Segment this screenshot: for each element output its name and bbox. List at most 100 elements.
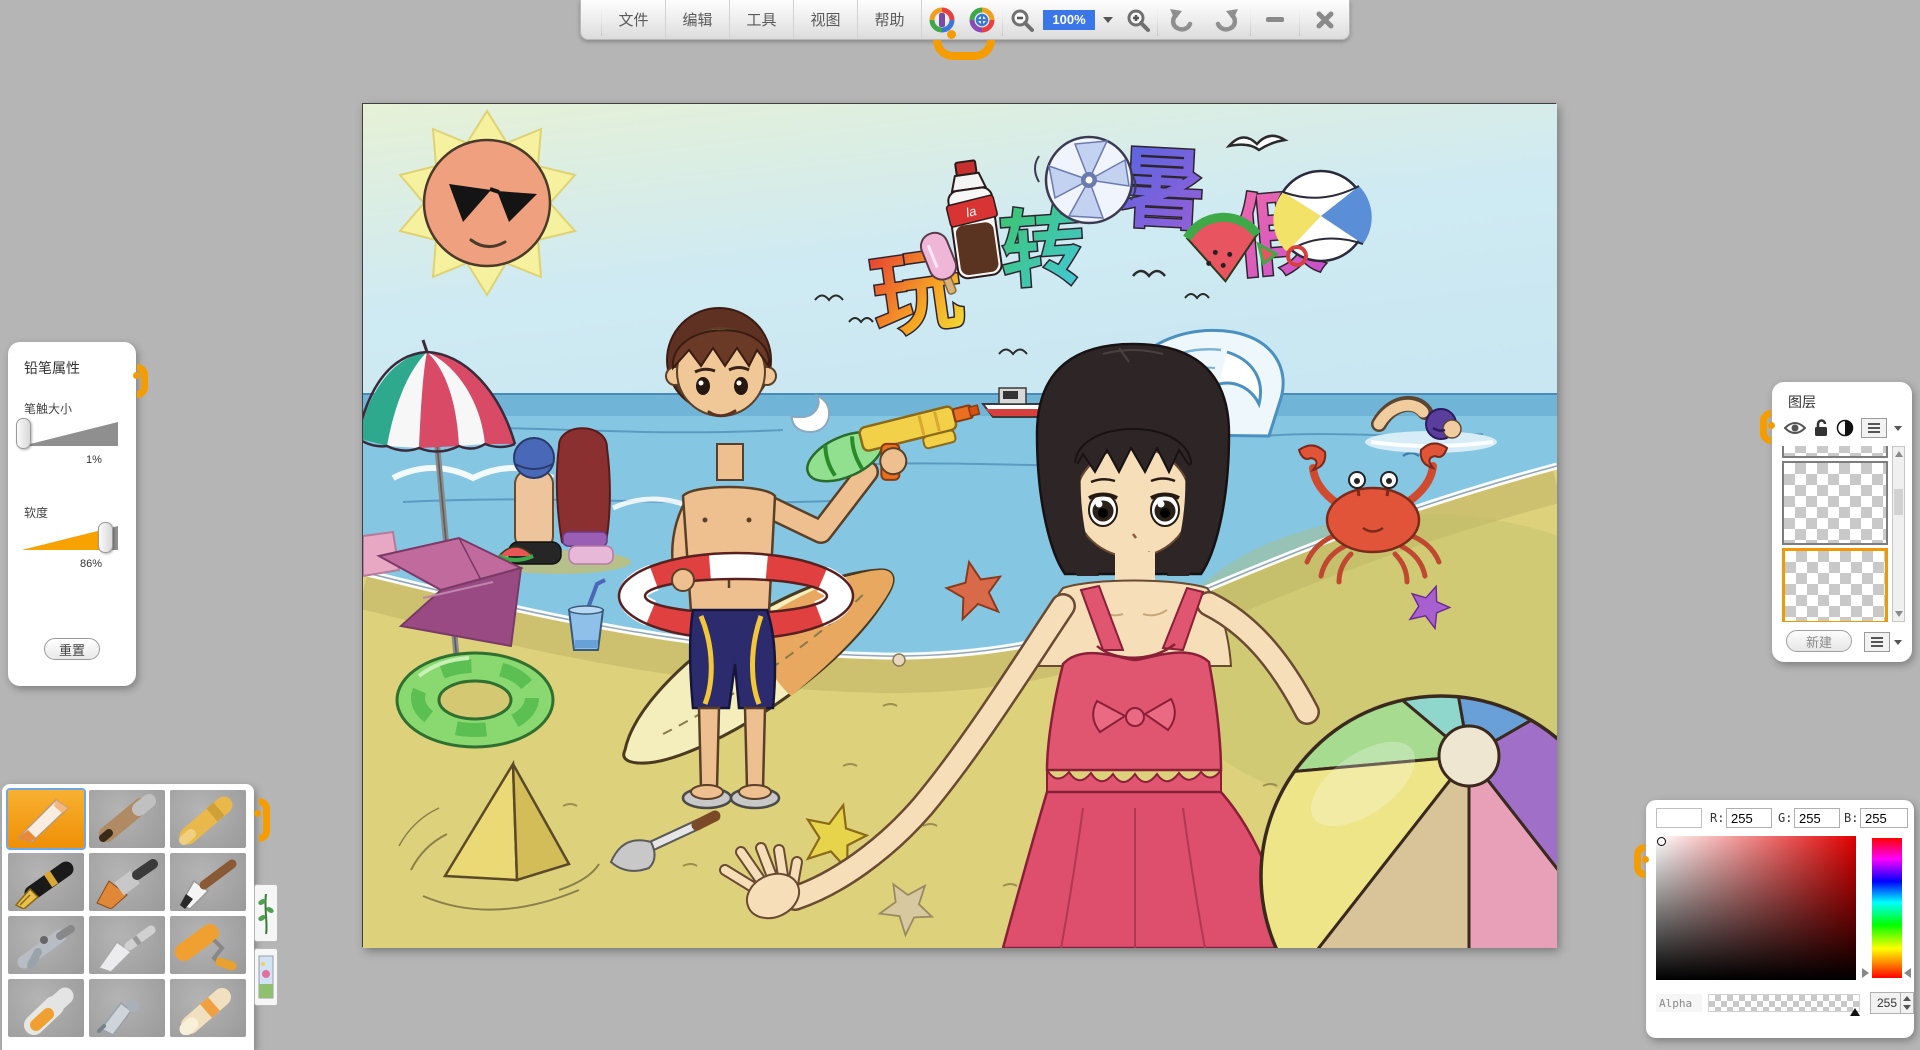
rainbow-logo-icon [929, 7, 955, 33]
tool-ink-jar[interactable] [8, 979, 84, 1037]
layers-bottom-menu-caret[interactable] [1894, 640, 1902, 645]
pencil-panel-handle[interactable] [137, 364, 148, 398]
layer-list [1782, 446, 1888, 622]
beach-scene-artwork: 玩 转 暑 假 la [363, 104, 1557, 948]
alpha-value: 255 [1871, 996, 1900, 1010]
reset-button[interactable]: 重置 [44, 638, 100, 660]
blue-input[interactable] [1860, 808, 1908, 828]
red-input[interactable] [1726, 808, 1772, 828]
plant-brush-icon [257, 888, 275, 938]
red-label: R: [1710, 811, 1724, 825]
tool-crayon[interactable] [170, 790, 246, 848]
tool-pencil-tip[interactable] [8, 790, 84, 848]
layer-scrollbar[interactable] [1892, 446, 1905, 622]
softness-slider[interactable] [22, 526, 118, 550]
scroll-up-arrow[interactable] [1895, 451, 1903, 457]
brush-size-thumb[interactable] [16, 418, 31, 449]
alpha-slider[interactable] [1708, 994, 1860, 1012]
zoom-in-button[interactable] [1119, 0, 1157, 39]
green-input[interactable] [1794, 808, 1840, 828]
softness-fill [22, 526, 105, 550]
softness-thumb[interactable] [98, 522, 113, 553]
alpha-increment[interactable] [1903, 996, 1911, 1001]
pencil-properties-panel: 铅笔属性 笔触大小 1% 软度 86% 重置 [8, 342, 136, 686]
alpha-spinner[interactable]: 255 [1870, 992, 1914, 1014]
alpha-marker[interactable] [1850, 1008, 1860, 1016]
texture-stamp-button[interactable] [254, 948, 278, 1006]
saturation-value-field[interactable] [1656, 836, 1856, 980]
scroll-down-arrow[interactable] [1895, 611, 1903, 617]
plant-brush-button[interactable] [254, 884, 278, 942]
visibility-eye-icon[interactable] [1784, 420, 1806, 436]
zoom-dropdown-caret[interactable] [1103, 17, 1113, 23]
close-button[interactable] [1300, 0, 1349, 39]
zoom-out-button[interactable] [1003, 0, 1041, 39]
fountain-pen-icon [10, 855, 82, 909]
close-icon [1316, 11, 1334, 29]
rainbow-ring-icon [969, 7, 995, 33]
softness-label: 软度 [24, 504, 48, 521]
brush-size-track [22, 422, 118, 446]
minimize-button[interactable] [1251, 0, 1299, 39]
alpha-label: Alpha [1656, 994, 1702, 1012]
toolbar-dot [947, 30, 956, 39]
layer-menu-caret[interactable] [1894, 426, 1902, 431]
minimize-icon [1266, 17, 1284, 22]
menu-file[interactable]: 文件 [602, 0, 666, 39]
tool-paint-roller[interactable] [170, 916, 246, 974]
toolbar-drag-handle[interactable] [933, 40, 995, 60]
current-color-swatch [1656, 808, 1702, 828]
menu-edit[interactable]: 编辑 [666, 0, 730, 39]
ink-jar-icon [10, 981, 82, 1035]
tool-ink-brush[interactable] [170, 853, 246, 911]
tool-fountain-pen[interactable] [8, 853, 84, 911]
drawing-canvas[interactable]: 玩 转 暑 假 la [362, 103, 1556, 947]
brush-size-slider[interactable] [22, 422, 118, 446]
new-layer-button[interactable]: 新建 [1786, 630, 1852, 652]
redo-button[interactable] [1204, 0, 1250, 39]
tool-palette-handle[interactable] [259, 798, 270, 842]
zoom-in-icon [1125, 7, 1151, 33]
layer-thumbnail-active[interactable] [1782, 548, 1888, 622]
pencil-tip-icon [10, 792, 82, 846]
tool-flat-brush[interactable] [89, 853, 165, 911]
hue-bar[interactable] [1872, 838, 1902, 978]
menu-help[interactable]: 帮助 [858, 0, 922, 39]
layers-panel-handle-dot [1768, 422, 1775, 429]
undo-icon [1167, 6, 1195, 34]
hue-marker-right[interactable] [1904, 968, 1911, 978]
zoom-level-value[interactable]: 100% [1043, 10, 1095, 30]
tool-airbrush[interactable] [8, 916, 84, 974]
hue-marker-left[interactable] [1862, 968, 1869, 978]
layer-list-menu-button[interactable] [1861, 418, 1887, 438]
palette-knife-icon [91, 918, 163, 972]
app-logo-icon-2[interactable] [962, 0, 1002, 39]
menu-tools[interactable]: 工具 [730, 0, 794, 39]
main-toolbar: 文件 编辑 工具 视图 帮助 100% [580, 0, 1350, 40]
menu-view[interactable]: 视图 [794, 0, 858, 39]
app-logo-icon-1[interactable] [922, 0, 962, 39]
tool-wood-pen[interactable] [89, 790, 165, 848]
color-position-marker[interactable] [1657, 837, 1666, 846]
brush-size-value: 1% [86, 454, 102, 466]
contrast-icon[interactable] [1836, 419, 1854, 437]
unlock-icon[interactable] [1813, 419, 1829, 437]
scrollbar-thumb[interactable] [1894, 489, 1903, 515]
color-picker-panel: R: G: B: Alpha 255 [1646, 800, 1914, 1038]
airbrush-icon [10, 918, 82, 972]
alpha-decrement[interactable] [1903, 1005, 1911, 1010]
layer-thumbnail-1[interactable] [1782, 461, 1888, 545]
layers-panel-title: 图层 [1788, 392, 1816, 412]
layers-bottom-menu-button[interactable] [1864, 632, 1890, 652]
tool-palette-handle-dot [254, 810, 261, 817]
undo-button[interactable] [1158, 0, 1204, 39]
tool-palette-knife[interactable] [89, 916, 165, 974]
texture-stamp-icon [257, 952, 275, 1002]
eraser-stick-icon [172, 981, 244, 1035]
tool-eraser-stick[interactable] [170, 979, 246, 1037]
green-label: G: [1778, 811, 1792, 825]
wood-pen-icon [91, 792, 163, 846]
layer-thumbnail-top[interactable] [1782, 446, 1888, 458]
softness-value: 86% [80, 558, 102, 570]
tool-metal-point[interactable] [89, 979, 165, 1037]
